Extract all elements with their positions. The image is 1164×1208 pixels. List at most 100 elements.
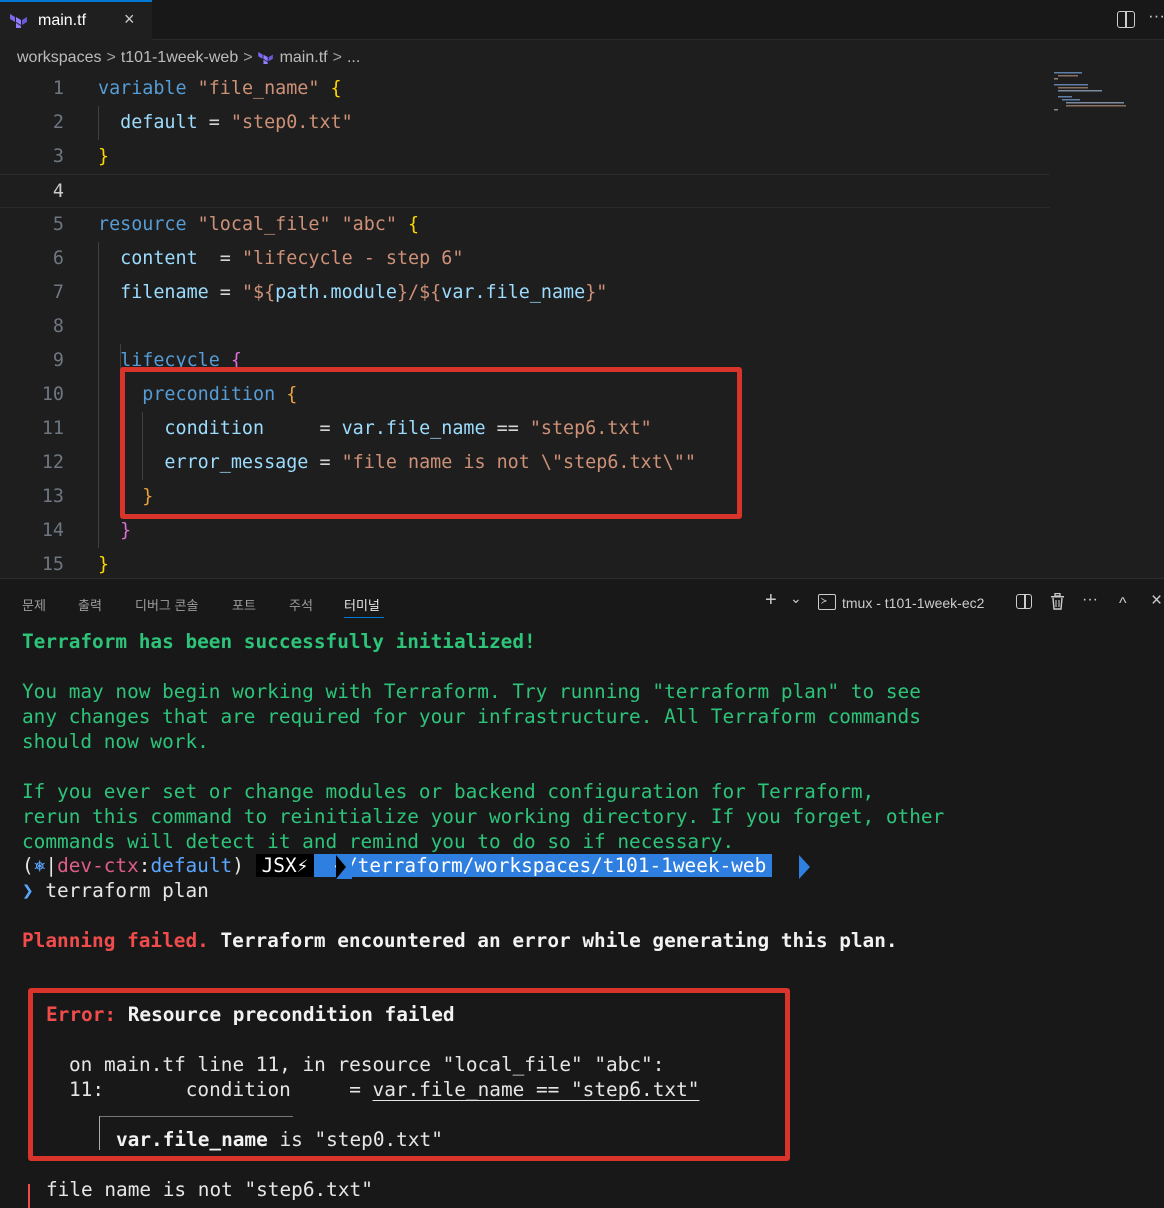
editor-tab-bar: main.tf × ··· bbox=[0, 0, 1164, 40]
prompt-arrow-icon: ❯ bbox=[22, 879, 34, 902]
code-token: } bbox=[98, 146, 110, 167]
line-number: 2 bbox=[52, 112, 64, 133]
kubernetes-icon: ⎈ bbox=[33, 854, 46, 877]
line-number: 1 bbox=[52, 78, 64, 99]
code-token: = bbox=[197, 112, 231, 133]
precondition-highlight-box bbox=[120, 367, 742, 519]
code-token: }/${ bbox=[396, 282, 442, 303]
terminal-name[interactable]: tmux - t101-1week-ec2 bbox=[842, 595, 984, 611]
code-token: "step0.txt" bbox=[230, 112, 353, 133]
code-text: filename = "${path.module}/${var.file_na… bbox=[98, 276, 607, 310]
code-text: content = "lifecycle - step 6" bbox=[98, 242, 463, 276]
tab-problems[interactable]: 문제 bbox=[22, 595, 46, 614]
prompt-context: dev-ctx bbox=[57, 854, 139, 877]
error-message: file name is not "step6.txt" bbox=[46, 1178, 373, 1201]
prompt-paren: ( bbox=[22, 854, 34, 877]
chevron-down-icon[interactable]: ⌄ bbox=[790, 590, 802, 607]
add-terminal-icon[interactable]: + bbox=[765, 589, 777, 612]
prompt-colon: : bbox=[138, 854, 151, 877]
terminal-line: any changes that are required for your i… bbox=[22, 705, 921, 728]
code-token: content bbox=[98, 248, 198, 269]
error-highlight-box bbox=[28, 988, 790, 1161]
split-terminal-icon[interactable] bbox=[1016, 594, 1032, 609]
line-number: 5 bbox=[52, 214, 64, 235]
code-line[interactable]: 5 resource "local_file" "abc" { bbox=[0, 208, 1050, 242]
code-line[interactable]: 6 content = "lifecycle - step 6" bbox=[0, 242, 1050, 276]
code-text: } bbox=[98, 514, 131, 548]
command-line: ❯ terraform plan bbox=[22, 878, 209, 903]
terminal-line: rerun this command to reinitialize your … bbox=[22, 805, 945, 828]
breadcrumb-item-symbol[interactable]: ... bbox=[347, 49, 360, 67]
tab-output[interactable]: 출력 bbox=[78, 595, 102, 614]
code-line[interactable]: 8 bbox=[0, 310, 1050, 344]
code-line[interactable]: 7 filename = "${path.module}/${var.file_… bbox=[0, 276, 1050, 310]
prompt-paren: ) bbox=[232, 854, 244, 877]
close-icon[interactable]: × bbox=[124, 9, 135, 30]
line-number: 3 bbox=[52, 146, 64, 167]
code-token: { bbox=[396, 214, 420, 235]
shell-prompt: (⎈|dev-ctx:default) JSX⚡ ~/terraform/work… bbox=[22, 853, 773, 878]
code-token: = bbox=[197, 248, 242, 269]
line-number: 14 bbox=[41, 520, 64, 541]
maximize-panel-icon[interactable]: ^ bbox=[1119, 595, 1127, 613]
planning-failed-line: Planning failed. Terraform encountered a… bbox=[22, 928, 898, 953]
breadcrumb-item-folder[interactable]: t101-1week-web bbox=[121, 49, 238, 67]
planning-failed-message: Terraform encountered an error while gen… bbox=[208, 929, 898, 952]
more-icon[interactable]: ··· bbox=[1148, 6, 1164, 26]
code-line[interactable]: 15} bbox=[0, 548, 1050, 582]
split-editor-icon[interactable] bbox=[1117, 11, 1135, 28]
tab-debug-console[interactable]: 디버그 콘솔 bbox=[135, 595, 198, 614]
command-text: terraform plan bbox=[45, 879, 209, 902]
code-token: = bbox=[208, 282, 242, 303]
code-line[interactable]: 4 bbox=[0, 174, 1050, 208]
planning-failed-label: Planning failed. bbox=[22, 929, 209, 952]
code-token: "file_name" bbox=[197, 78, 320, 99]
line-number: 4 bbox=[52, 181, 64, 202]
code-text: resource "local_file" "abc" { bbox=[98, 208, 419, 242]
code-text: variable "file_name" { bbox=[98, 72, 342, 106]
line-number: 6 bbox=[52, 248, 64, 269]
tab-title: main.tf bbox=[38, 12, 87, 29]
code-token: } bbox=[98, 554, 110, 575]
breadcrumb-item-file[interactable]: main.tf bbox=[280, 49, 328, 67]
code-text: } bbox=[98, 548, 109, 582]
line-number: 13 bbox=[41, 486, 64, 507]
minimap[interactable] bbox=[1052, 72, 1132, 112]
terminal-line: If you ever set or change modules or bac… bbox=[22, 780, 875, 803]
breadcrumb-item-workspaces[interactable]: workspaces bbox=[17, 49, 101, 67]
code-token: variable bbox=[98, 78, 198, 99]
code-line[interactable]: 1 variable "file_name" { bbox=[0, 72, 1050, 106]
tab-ports[interactable]: 포트 bbox=[232, 595, 256, 614]
code-line[interactable]: 2 default = "step0.txt" bbox=[0, 106, 1050, 140]
tab-terminal[interactable]: 터미널 bbox=[344, 595, 380, 614]
terminal-line: Terraform has been successfully initiali… bbox=[22, 630, 536, 653]
line-number: 9 bbox=[52, 350, 64, 371]
powerline-separator-icon bbox=[336, 855, 352, 879]
line-number: 10 bbox=[41, 384, 64, 405]
line-number: 12 bbox=[41, 452, 64, 473]
code-token: var.file_name bbox=[441, 282, 586, 303]
code-line[interactable]: 14 } bbox=[0, 514, 1050, 548]
prompt-namespace: default bbox=[150, 854, 233, 877]
code-token: filename bbox=[98, 282, 209, 303]
more-icon[interactable]: ··· bbox=[1082, 591, 1098, 609]
active-tab-indicator bbox=[344, 617, 384, 618]
code-line[interactable]: 3} bbox=[0, 140, 1050, 174]
code-token: default bbox=[98, 112, 198, 133]
prompt-path: ~/terraform/workspaces/t101-1week-web bbox=[314, 854, 773, 877]
code-text: default = "step0.txt" bbox=[98, 106, 353, 140]
line-number: 15 bbox=[41, 554, 64, 575]
prompt-user: JSX⚡ bbox=[255, 854, 315, 877]
indent-guide bbox=[98, 310, 99, 344]
line-number: 8 bbox=[52, 316, 64, 337]
tab-comments[interactable]: 주석 bbox=[289, 595, 313, 614]
close-panel-icon[interactable]: × bbox=[1151, 590, 1162, 612]
prompt-separator: | bbox=[45, 854, 58, 877]
breadcrumb-separator: > bbox=[243, 49, 253, 66]
code-token: }" bbox=[585, 282, 608, 303]
trash-icon[interactable] bbox=[1050, 593, 1065, 610]
line-number: 11 bbox=[41, 418, 64, 439]
terraform-icon bbox=[257, 52, 273, 64]
terraform-icon bbox=[10, 14, 27, 28]
code-token: resource bbox=[98, 214, 198, 235]
